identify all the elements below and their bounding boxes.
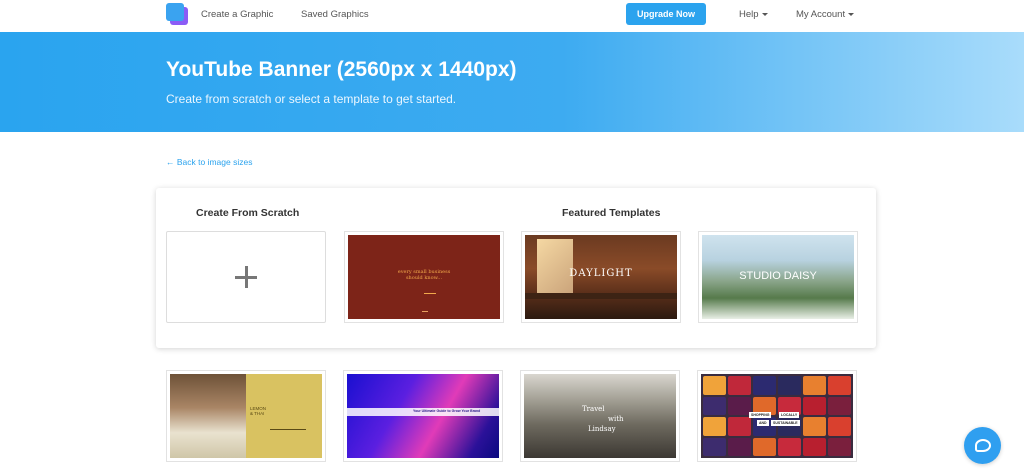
berry-basket (828, 437, 851, 456)
template-card-ultimate-guide[interactable]: Your Ultimate Guide to Grow Your Brand (343, 370, 503, 462)
page-subtitle: Create from scratch or select a template… (166, 92, 457, 106)
template-card-studio-daisy[interactable]: STUDIO DAISY (698, 231, 858, 323)
template-text: & THAI (250, 411, 265, 416)
template-text: SHOPPING (749, 412, 772, 418)
template-card-travel-lindsay[interactable]: Travel with Lindsay (520, 370, 680, 462)
template-text: Travel (582, 405, 605, 413)
nav-create-graphic[interactable]: Create a Graphic (201, 9, 273, 20)
template-text: Your Ultimate Guide to Grow Your Brand (413, 409, 481, 413)
berry-basket (803, 417, 826, 436)
berry-basket (803, 437, 826, 456)
template-text: AND (757, 420, 769, 426)
berry-basket (703, 437, 726, 456)
nav-account-menu[interactable]: My Account (796, 9, 855, 20)
template-text: with (608, 415, 624, 423)
chevron-down-icon (848, 12, 855, 16)
berry-basket (803, 396, 826, 415)
featured-heading: Featured Templates (562, 207, 661, 219)
create-from-scratch-button[interactable] (166, 231, 326, 323)
berry-basket (803, 376, 826, 395)
template-text: Lindsay (588, 425, 616, 433)
arrow-right-icon (424, 293, 436, 294)
nav-help-menu[interactable]: Help (739, 9, 768, 20)
berry-basket (703, 396, 726, 415)
berry-basket (728, 437, 751, 456)
logo-icon[interactable] (166, 3, 188, 25)
help-chat-button[interactable] (964, 427, 1001, 464)
scratch-heading: Create From Scratch (196, 207, 300, 219)
top-nav: Create a Graphic Saved Graphics Upgrade … (0, 0, 1024, 32)
berry-basket (828, 396, 851, 415)
template-card-shopping-locally[interactable]: SHOPPING LOCALLY AND SUSTAINABLE (697, 370, 857, 462)
template-card-daylight[interactable]: DAYLIGHT (521, 231, 681, 323)
template-text: should know... (405, 275, 443, 281)
chevron-down-icon (761, 12, 768, 16)
berry-basket (728, 396, 751, 415)
berry-basket (703, 417, 726, 436)
berry-basket (753, 437, 776, 456)
nav-saved-graphics[interactable]: Saved Graphics (301, 9, 369, 20)
berry-basket (703, 376, 726, 395)
template-card-lemon-thai[interactable]: LEMON & THAI (166, 370, 326, 462)
berry-basket (828, 417, 851, 436)
nav-help-label: Help (739, 9, 759, 20)
template-panel: Create From Scratch Featured Templates e… (156, 188, 876, 348)
berry-basket (753, 376, 776, 395)
nav-account-label: My Account (796, 9, 846, 20)
berry-basket (778, 376, 801, 395)
back-to-image-sizes-link[interactable]: ← Back to image sizes (166, 157, 252, 167)
berry-basket (728, 417, 751, 436)
upgrade-button[interactable]: Upgrade Now (626, 3, 706, 25)
template-card-small-business[interactable]: every small business should know... (344, 231, 504, 323)
hero-banner: YouTube Banner (2560px x 1440px) Create … (0, 32, 1024, 132)
template-text: SUSTAINABLE (771, 420, 800, 426)
template-text: STUDIO DAISY (739, 270, 817, 282)
page-title: YouTube Banner (2560px x 1440px) (166, 58, 517, 81)
berry-basket (728, 376, 751, 395)
berry-basket (828, 376, 851, 395)
chat-bubble-icon (974, 439, 991, 452)
template-text: LOCALLY (779, 412, 800, 418)
berry-basket (778, 437, 801, 456)
template-text: DAYLIGHT (569, 268, 633, 279)
